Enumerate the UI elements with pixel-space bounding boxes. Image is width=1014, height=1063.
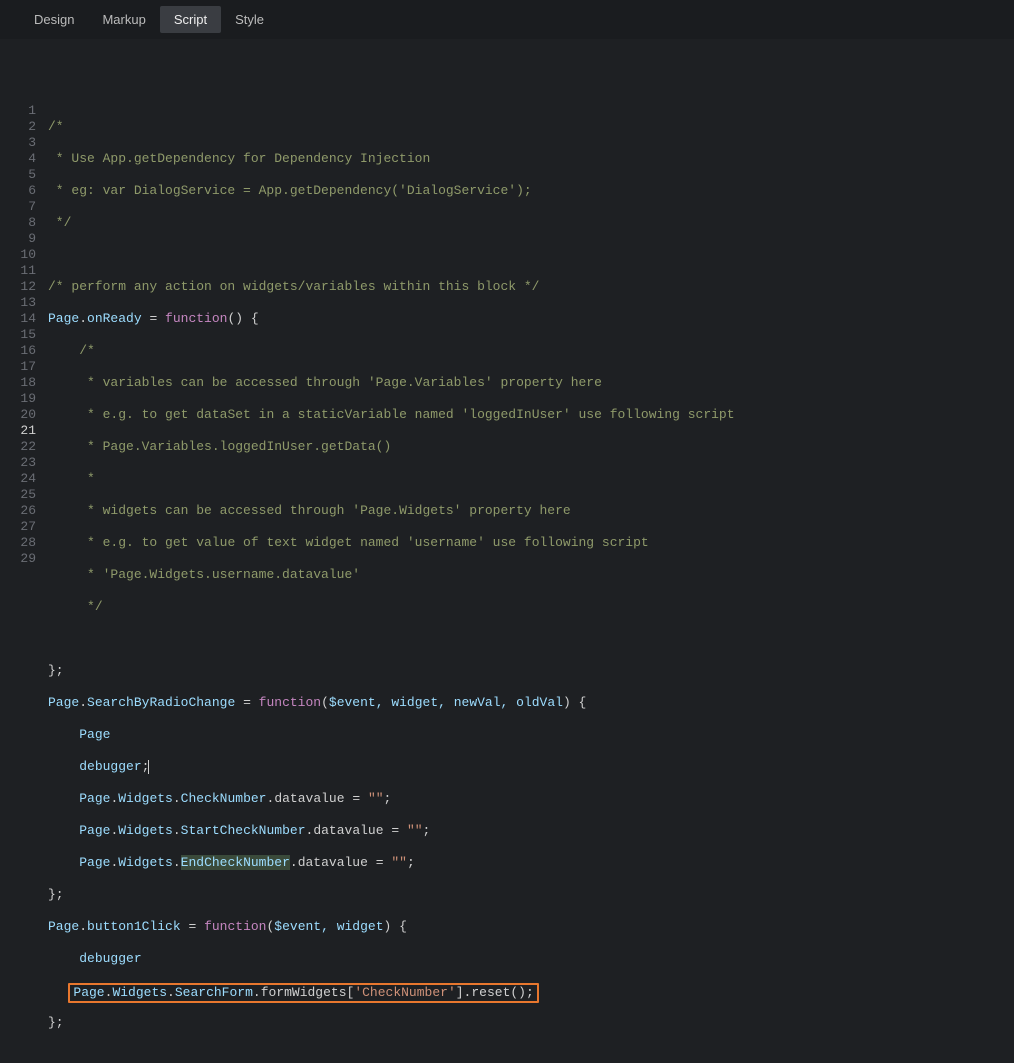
code-token: StartCheckNumber xyxy=(181,823,306,838)
code-token: * eg: var DialogService = App.getDepende… xyxy=(48,183,532,198)
code-token: Page xyxy=(48,695,79,710)
code-token: * e.g. to get value of text widget named… xyxy=(79,535,649,550)
code-token: Page xyxy=(79,727,110,742)
tab-script[interactable]: Script xyxy=(160,6,221,33)
code-token: function xyxy=(204,919,266,934)
code-token-selected: EndCheckNumber xyxy=(181,855,290,870)
code-token: $event, widget xyxy=(274,919,383,934)
code-token: Page xyxy=(79,791,110,806)
code-token: */ xyxy=(48,215,71,230)
code-token: /* perform any action on widgets/variabl… xyxy=(48,279,539,294)
code-token: datavalue xyxy=(298,855,368,870)
code-token: onReady xyxy=(87,311,142,326)
highlighted-code-line: Page.Widgets.SearchForm.formWidgets['Che… xyxy=(68,983,538,1003)
tab-style[interactable]: Style xyxy=(221,6,278,33)
code-token: CheckNumber xyxy=(181,791,267,806)
code-token: $event, widget, newVal, oldVal xyxy=(329,695,563,710)
line-number-gutter: 12345 678910 1112131415 1617181920 21222… xyxy=(0,103,48,757)
code-token: SearchByRadioChange xyxy=(87,695,235,710)
code-token: */ xyxy=(79,599,102,614)
code-token: * e.g. to get dataSet in a staticVariabl… xyxy=(79,407,734,422)
code-token: "" xyxy=(407,823,423,838)
code-token: Page xyxy=(48,311,79,326)
code-token: "" xyxy=(391,855,407,870)
code-editor[interactable]: 12345 678910 1112131415 1617181920 21222… xyxy=(0,39,1014,757)
code-token: * xyxy=(79,471,95,486)
tab-markup[interactable]: Markup xyxy=(88,6,159,33)
tab-bar: Design Markup Script Style xyxy=(0,0,1014,39)
code-token: "" xyxy=(368,791,384,806)
tab-design[interactable]: Design xyxy=(20,6,88,33)
code-token: datavalue xyxy=(274,791,344,806)
code-token: debugger xyxy=(79,759,141,774)
code-token: debugger xyxy=(79,951,141,966)
code-token: Page xyxy=(48,919,79,934)
text-cursor xyxy=(148,760,149,774)
code-token: * Use App.getDependency for Dependency I… xyxy=(48,151,430,166)
code-token: function xyxy=(259,695,321,710)
code-token: Page xyxy=(79,823,110,838)
code-text-area[interactable]: /* * Use App.getDependency for Dependenc… xyxy=(48,103,1014,757)
code-token: Page xyxy=(79,855,110,870)
code-token: * variables can be accessed through 'Pag… xyxy=(79,375,602,390)
code-token: Widgets xyxy=(118,823,173,838)
code-token: button1Click xyxy=(87,919,181,934)
code-token: function xyxy=(165,311,227,326)
code-token: Widgets xyxy=(118,791,173,806)
code-token: * 'Page.Widgets.username.datavalue' xyxy=(79,567,360,582)
code-token: datavalue xyxy=(313,823,383,838)
code-token: * Page.Variables.loggedInUser.getData() xyxy=(79,439,391,454)
code-token: Widgets xyxy=(118,855,173,870)
code-token: /* xyxy=(79,343,95,358)
code-token: * widgets can be accessed through 'Page.… xyxy=(79,503,570,518)
code-token: /* xyxy=(48,119,64,134)
